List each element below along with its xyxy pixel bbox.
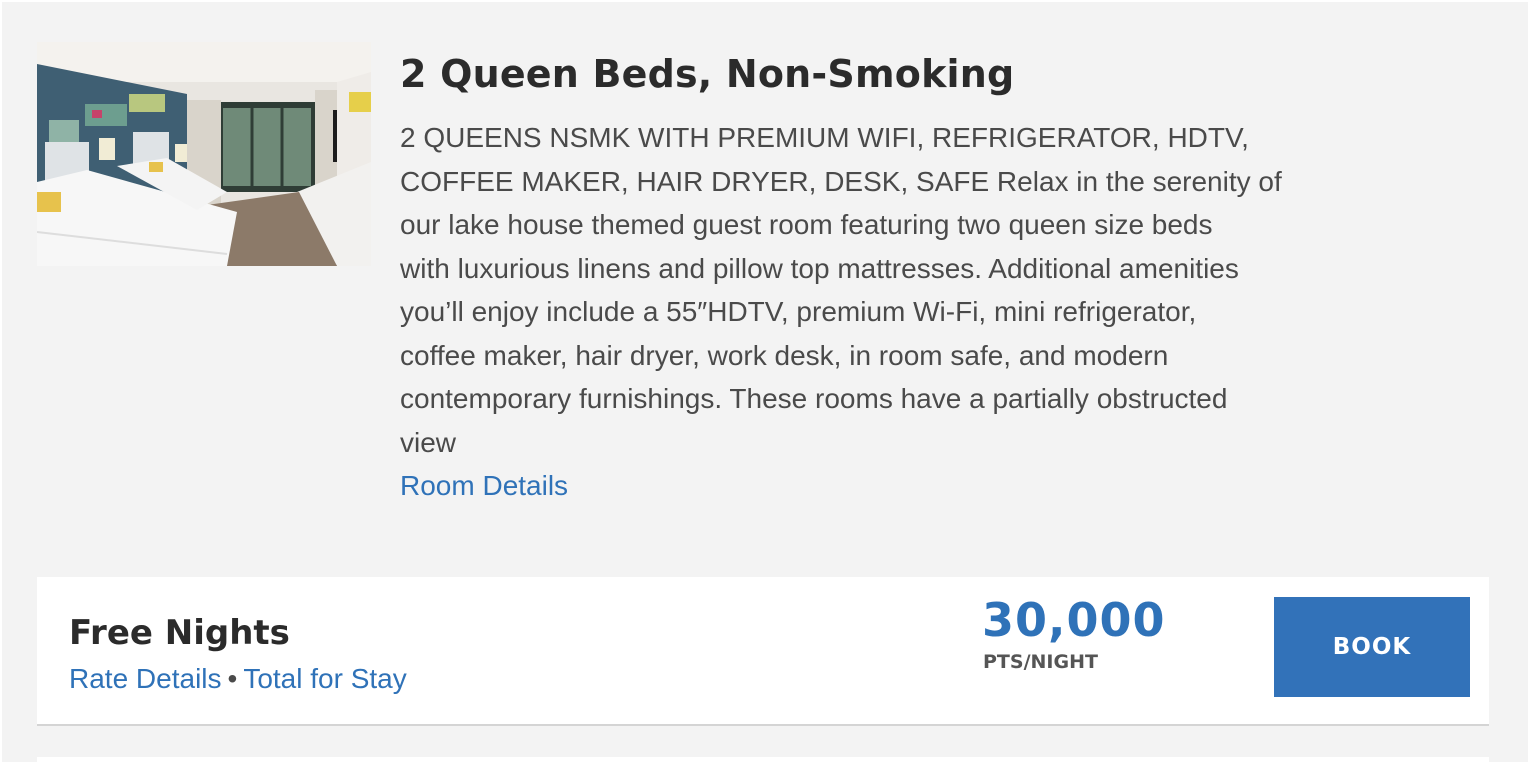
room-description-line: COFFEE MAKER, HAIR DRYER, DESK, SAFE Rel… (400, 165, 1282, 197)
total-for-stay-link[interactable]: Total for Stay (243, 663, 406, 694)
room-description-line: 2 QUEENS NSMK WITH PREMIUM WIFI, REFRIGE… (400, 122, 1249, 153)
book-button[interactable]: BOOK (1274, 597, 1470, 697)
room-description-line: view (400, 426, 457, 458)
rate-name: Free Nights (69, 613, 290, 653)
room-description-line: you’ll enjoy include a 55″HDTV, premium … (400, 296, 1197, 327)
room-listing: 2 Queen Beds, Non-Smoking 2 QUEENS NSMK … (2, 2, 1528, 767)
next-rate-card (37, 757, 1489, 767)
room-image (37, 42, 371, 266)
room-description-line: our lake house themed guest room featuri… (400, 209, 1213, 240)
room-description-line: coffee maker, hair dryer, work desk, in … (400, 339, 1169, 371)
link-separator: • (227, 663, 238, 694)
rate-card: Free Nights Rate Details • Total for Stay … (37, 577, 1489, 726)
room-details-link[interactable]: Room Details (400, 464, 568, 508)
room-description: 2 QUEENS NSMK WITH PREMIUM WIFI, REFRIGE… (400, 116, 1460, 464)
points-price: 30,000 (982, 593, 1166, 647)
rate-details-link[interactable]: Rate Details (69, 663, 222, 694)
rate-links: Rate Details • Total for Stay (69, 663, 407, 695)
points-unit: PTS/NIGHT (983, 651, 1098, 673)
room-photo[interactable] (37, 42, 371, 266)
room-description-line: contemporary furnishings. These rooms ha… (400, 383, 1228, 414)
room-description-line: with luxurious linens and pillow top mat… (400, 252, 1239, 284)
room-title: 2 Queen Beds, Non-Smoking (400, 52, 1015, 96)
